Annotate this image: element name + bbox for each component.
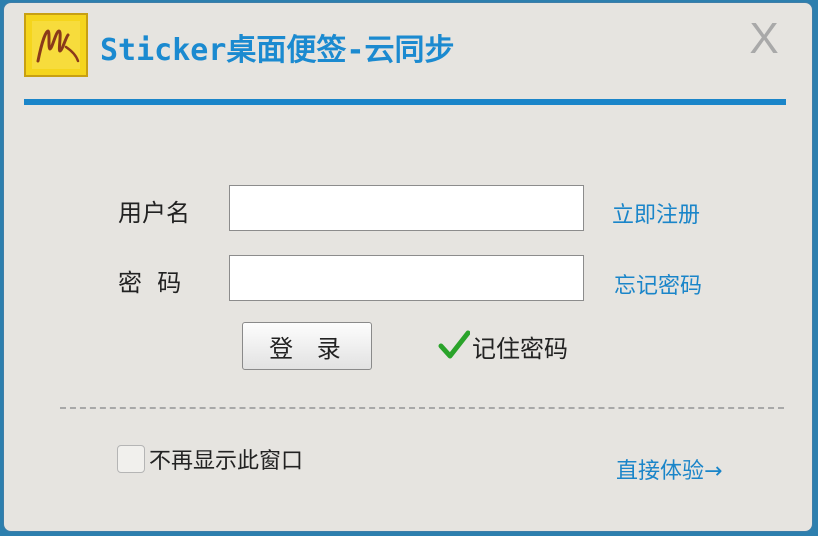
- remember-password-label: 记住密码: [472, 335, 568, 363]
- dont-show-again-checkbox[interactable]: [117, 445, 145, 473]
- register-link[interactable]: 立即注册: [612, 197, 700, 229]
- dont-show-again-label: 不再显示此窗口: [149, 449, 304, 474]
- section-divider: [60, 407, 784, 409]
- login-dialog: Sticker桌面便签-云同步 X 用户名 立即注册 密 码 忘记密码 登 录 …: [3, 2, 813, 532]
- login-button[interactable]: 登 录: [242, 322, 372, 370]
- checkmark-icon: [438, 330, 471, 364]
- dont-show-again-toggle[interactable]: 不再显示此窗口: [117, 443, 303, 475]
- close-icon[interactable]: X: [744, 17, 784, 61]
- username-input[interactable]: [229, 185, 584, 231]
- password-input[interactable]: [229, 255, 584, 301]
- direct-experience-link[interactable]: 直接体验→: [616, 453, 722, 485]
- remember-password-toggle[interactable]: 记住密码: [438, 329, 568, 364]
- title-divider: [24, 99, 786, 105]
- window-title: Sticker桌面便签-云同步: [100, 33, 455, 68]
- password-label: 密 码: [118, 269, 182, 297]
- forgot-password-link[interactable]: 忘记密码: [614, 268, 702, 300]
- username-label: 用户名: [118, 199, 190, 227]
- sticker-logo-icon: [24, 13, 88, 77]
